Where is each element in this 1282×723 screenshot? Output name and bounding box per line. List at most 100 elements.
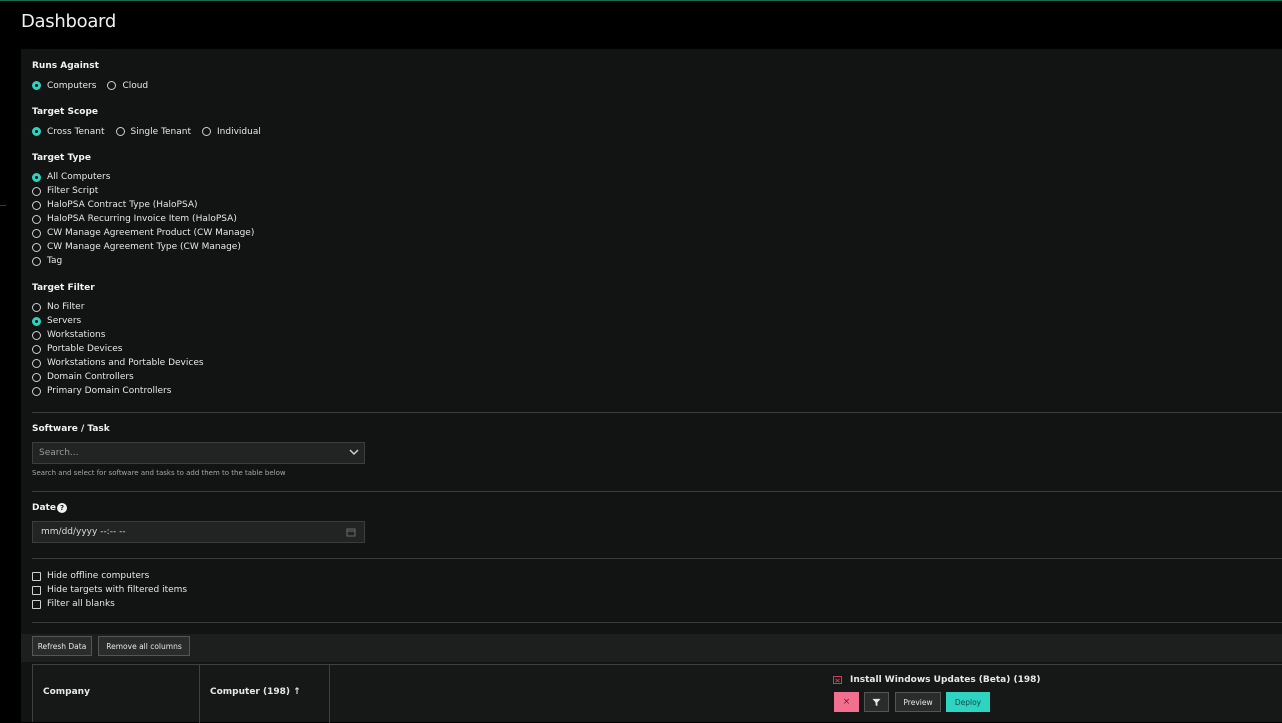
radio-icon[interactable] bbox=[32, 214, 41, 224]
checkbox-filter-blanks[interactable]: Filter all blanks bbox=[32, 597, 187, 611]
radio-label: Primary Domain Controllers bbox=[47, 386, 172, 396]
radio-option-servers[interactable]: Servers bbox=[32, 314, 204, 328]
divider bbox=[32, 491, 1282, 492]
radio-label: HaloPSA Recurring Invoice Item (HaloPSA) bbox=[47, 214, 237, 224]
radio-option-computers[interactable]: Computers bbox=[32, 81, 96, 91]
radio-label: Cross Tenant bbox=[47, 126, 105, 137]
software-task-select[interactable]: Search... bbox=[32, 442, 365, 464]
main-panel: Runs Against Computers Cloud Target Scop… bbox=[21, 49, 1282, 723]
help-icon[interactable]: ? bbox=[57, 503, 67, 513]
radio-option-all-computers[interactable]: All Computers bbox=[32, 170, 254, 184]
radio-icon[interactable] bbox=[32, 372, 41, 382]
radio-label: Servers bbox=[47, 316, 82, 326]
preview-button[interactable]: Preview bbox=[895, 692, 941, 712]
radio-option-domain-controllers[interactable]: Domain Controllers bbox=[32, 370, 204, 384]
radio-icon[interactable] bbox=[202, 127, 211, 136]
divider bbox=[32, 412, 1282, 413]
page-header: Dashboard bbox=[0, 1, 1282, 49]
radio-icon[interactable] bbox=[32, 386, 41, 396]
radio-option-cw-agreement-type[interactable]: CW Manage Agreement Type (CW Manage) bbox=[32, 240, 254, 254]
radio-option-halopsa-recurring-invoice[interactable]: HaloPSA Recurring Invoice Item (HaloPSA) bbox=[32, 212, 254, 226]
task-column-title: Install Windows Updates (Beta) (198) bbox=[833, 675, 1041, 685]
checkbox-hide-offline[interactable]: Hide offline computers bbox=[32, 569, 187, 583]
sort-ascending-icon[interactable]: ↑ bbox=[293, 687, 301, 697]
page-title: Dashboard bbox=[21, 11, 116, 32]
radio-option-no-filter[interactable]: No Filter bbox=[32, 300, 204, 314]
radio-icon[interactable] bbox=[32, 228, 41, 238]
radio-label: Workstations bbox=[47, 330, 106, 340]
target-scope-label: Target Scope bbox=[32, 107, 99, 117]
task-column-label: Install Windows Updates (Beta) (198) bbox=[850, 675, 1041, 685]
refresh-data-button[interactable]: Refresh Data bbox=[32, 636, 92, 656]
radio-icon[interactable] bbox=[32, 358, 41, 368]
target-type-label: Target Type bbox=[32, 153, 91, 163]
radio-label: Workstations and Portable Devices bbox=[47, 358, 204, 368]
chevron-down-icon[interactable] bbox=[348, 446, 360, 458]
checkbox-label: Hide offline computers bbox=[47, 571, 150, 581]
radio-icon[interactable] bbox=[32, 256, 41, 266]
checkbox-icon[interactable] bbox=[32, 599, 41, 609]
checkbox-icon[interactable] bbox=[32, 585, 41, 595]
radio-option-primary-domain-controllers[interactable]: Primary Domain Controllers bbox=[32, 384, 204, 398]
radio-icon[interactable] bbox=[32, 330, 41, 340]
radio-icon[interactable] bbox=[32, 344, 41, 354]
software-task-helper-text: Search and select for software and tasks… bbox=[32, 469, 286, 477]
radio-selected-icon[interactable] bbox=[32, 316, 41, 326]
date-label: Date bbox=[32, 503, 56, 513]
date-input[interactable]: mm/dd/yyyy --:-- -- bbox=[32, 521, 365, 543]
table-toolbar: Refresh Data Remove all columns bbox=[21, 634, 1282, 662]
software-task-placeholder: Search... bbox=[39, 448, 79, 458]
radio-option-workstations-portable[interactable]: Workstations and Portable Devices bbox=[32, 356, 204, 370]
radio-icon[interactable] bbox=[107, 81, 117, 90]
radio-icon[interactable] bbox=[32, 242, 41, 252]
column-header-computer[interactable]: Computer (198) ↑ bbox=[200, 665, 330, 723]
filter-column-button[interactable] bbox=[864, 692, 889, 712]
radio-selected-icon[interactable] bbox=[32, 172, 41, 182]
software-task-label: Software / Task bbox=[32, 424, 110, 434]
radio-label: Single Tenant bbox=[130, 126, 192, 137]
radio-icon[interactable] bbox=[32, 200, 41, 210]
target-scope-group: Cross Tenant Single Tenant Individual bbox=[32, 125, 272, 138]
checkbox-icon[interactable] bbox=[32, 571, 41, 581]
calendar-icon[interactable] bbox=[346, 527, 356, 537]
checkbox-label: Hide targets with filtered items bbox=[47, 585, 188, 595]
radio-option-individual[interactable]: Individual bbox=[202, 127, 261, 137]
deploy-button[interactable]: Deploy bbox=[946, 692, 990, 712]
radio-option-workstations[interactable]: Workstations bbox=[32, 328, 204, 342]
radio-option-cloud[interactable]: Cloud bbox=[107, 81, 148, 91]
radio-option-filter-script[interactable]: Filter Script bbox=[32, 184, 254, 198]
column-header-task: Install Windows Updates (Beta) (198) × P… bbox=[330, 665, 1282, 723]
remove-column-button[interactable]: × bbox=[834, 692, 859, 712]
checkbox-label: Filter all blanks bbox=[47, 599, 115, 609]
runs-against-label: Runs Against bbox=[32, 61, 99, 71]
radio-label: All Computers bbox=[47, 172, 111, 182]
radio-label: Tag bbox=[47, 256, 63, 266]
remove-all-columns-button[interactable]: Remove all columns bbox=[98, 636, 190, 656]
radio-label: Computers bbox=[47, 80, 97, 91]
divider bbox=[32, 558, 1282, 559]
radio-selected-icon[interactable] bbox=[32, 127, 41, 136]
divider bbox=[32, 622, 1282, 623]
radio-option-tag[interactable]: Tag bbox=[32, 254, 254, 268]
checkbox-hide-filtered[interactable]: Hide targets with filtered items bbox=[32, 583, 187, 597]
computer-count-label: Computer (198) bbox=[210, 687, 291, 697]
options-checklist: Hide offline computers Hide targets with… bbox=[32, 569, 187, 611]
date-input-value: mm/dd/yyyy --:-- -- bbox=[41, 527, 126, 537]
target-filter-group: No Filter Servers Workstations Portable … bbox=[32, 300, 204, 398]
runs-against-group: Computers Cloud bbox=[32, 79, 159, 92]
radio-label: CW Manage Agreement Product (CW Manage) bbox=[47, 228, 255, 238]
filter-icon bbox=[872, 698, 881, 706]
radio-label: No Filter bbox=[47, 302, 85, 312]
radio-option-portable-devices[interactable]: Portable Devices bbox=[32, 342, 204, 356]
radio-icon[interactable] bbox=[115, 127, 125, 136]
target-filter-label: Target Filter bbox=[32, 283, 95, 293]
radio-icon[interactable] bbox=[32, 302, 41, 312]
radio-selected-icon[interactable] bbox=[32, 81, 41, 90]
column-header-company[interactable]: Company bbox=[33, 665, 200, 723]
column-header-label: Computer (198) ↑ bbox=[210, 687, 301, 697]
radio-option-cw-agreement-product[interactable]: CW Manage Agreement Product (CW Manage) bbox=[32, 226, 254, 240]
radio-option-single-tenant[interactable]: Single Tenant bbox=[115, 126, 192, 137]
radio-option-cross-tenant[interactable]: Cross Tenant bbox=[32, 127, 105, 137]
radio-option-halopsa-contract-type[interactable]: HaloPSA Contract Type (HaloPSA) bbox=[32, 198, 254, 212]
radio-icon[interactable] bbox=[32, 186, 41, 196]
